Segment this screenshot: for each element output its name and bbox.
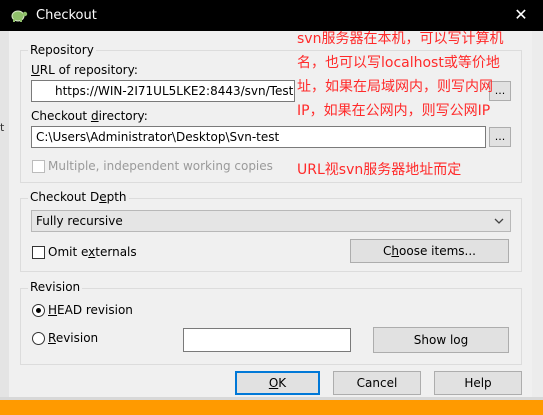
revision-legend: Revision — [28, 280, 83, 294]
annotation-line-2: 名，也可以写localhost或等价地 — [297, 55, 500, 71]
window-title: Checkout — [36, 8, 97, 23]
chevron-down-icon — [494, 211, 504, 239]
background-window-edge-right — [532, 31, 543, 415]
revision-radio[interactable] — [32, 332, 45, 345]
background-glyph: t — [0, 121, 5, 134]
repository-legend: Repository — [28, 43, 96, 57]
omit-externals-label: Omit externals — [48, 245, 137, 259]
checkout-depth-legend: Checkout Depth — [28, 190, 129, 204]
annotation-line-1: svn服务器在本机，可以写计算机 — [297, 31, 504, 47]
revision-label: Revision — [48, 331, 99, 345]
revision-input[interactable] — [183, 328, 351, 352]
head-revision-radio[interactable] — [32, 304, 45, 317]
close-icon[interactable]: ✕ — [506, 3, 536, 27]
omit-externals-checkbox[interactable] — [32, 246, 45, 259]
checkout-depth-value: Fully recursive — [36, 214, 123, 228]
annotation-line-4: IP，如果在公网内，则写公网IP — [297, 103, 491, 119]
background-window-edge: t — [0, 31, 9, 415]
show-log-button[interactable]: Show log — [373, 327, 509, 353]
annotation-line-5: URL视svn服务器地址而定 — [297, 162, 462, 178]
head-revision-label: HEAD revision — [48, 303, 133, 317]
checkout-directory-input[interactable]: C:\Users\Administrator\Desktop\Svn-test — [31, 126, 486, 148]
checkout-depth-select[interactable]: Fully recursive — [31, 210, 511, 232]
help-button[interactable]: Help — [434, 371, 522, 395]
checkout-directory-value: C:\Users\Administrator\Desktop\Svn-test — [36, 130, 280, 144]
multiple-working-copies-checkbox[interactable] — [32, 160, 45, 173]
url-value: https://WIN-2I71UL5LKE2:8443/svn/Test — [55, 84, 294, 98]
cancel-button[interactable]: Cancel — [333, 371, 421, 395]
url-label: URL of repository: — [31, 63, 138, 77]
multiple-working-copies-label: Multiple, independent working copies — [48, 159, 273, 173]
choose-items-button[interactable]: Choose items... — [350, 239, 509, 263]
tortoise-icon — [10, 7, 28, 26]
background-banner — [0, 400, 543, 415]
annotation-line-3: 址，如果在局域网内，则写内网 — [297, 79, 493, 95]
directory-browse-button[interactable]: ... — [489, 127, 511, 147]
title-bar: Checkout ✕ — [0, 0, 543, 31]
checkout-directory-label: Checkout directory: — [31, 109, 148, 123]
ok-button[interactable]: OK — [235, 371, 320, 395]
url-input[interactable]: https://WIN-2I71UL5LKE2:8443/svn/Test — [31, 80, 295, 102]
